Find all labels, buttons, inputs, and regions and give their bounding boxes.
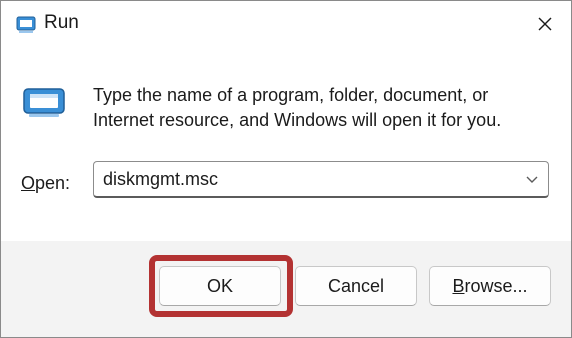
open-input[interactable]	[103, 162, 513, 197]
browse-button[interactable]: Browse...	[429, 266, 551, 306]
open-label-accesskey: O	[21, 173, 36, 193]
title-bar[interactable]: Run	[1, 1, 571, 47]
close-button[interactable]	[519, 1, 571, 47]
window-title: Run	[44, 12, 79, 33]
ok-button[interactable]: OK	[159, 266, 281, 306]
instruction-text: Type the name of a program, folder, docu…	[93, 83, 533, 133]
open-label: Open:	[21, 173, 70, 194]
close-icon	[538, 17, 552, 31]
chevron-down-icon[interactable]	[524, 172, 540, 186]
run-dialog: Run Type the name of a program, folder, …	[0, 0, 572, 338]
instruction-line-1: Type the name of a program, folder, docu…	[93, 85, 489, 105]
open-label-rest: pen:	[35, 173, 71, 193]
instruction-line-2: Internet resource, and Windows will open…	[93, 110, 502, 130]
browse-accesskey: B	[452, 275, 465, 296]
run-app-icon	[21, 85, 67, 119]
run-app-icon	[15, 14, 37, 34]
open-combobox[interactable]	[93, 161, 549, 198]
browse-label-rest: rowse...	[464, 275, 528, 296]
dialog-body: Type the name of a program, folder, docu…	[1, 47, 571, 241]
button-bar: OK Cancel Browse...	[1, 241, 571, 337]
cancel-button[interactable]: Cancel	[295, 266, 417, 306]
